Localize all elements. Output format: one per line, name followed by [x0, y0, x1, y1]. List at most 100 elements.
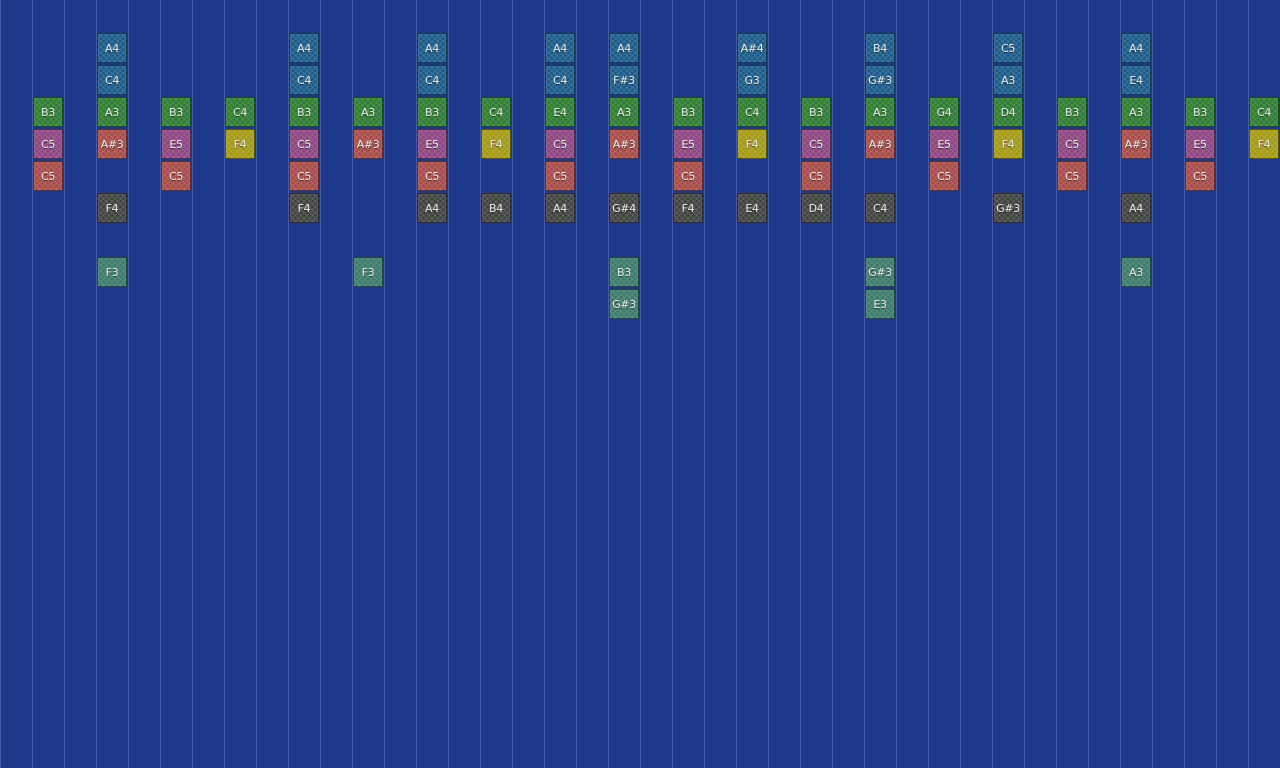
note-block[interactable]: A#3: [609, 129, 639, 159]
note-block[interactable]: E4: [545, 97, 575, 127]
note-block[interactable]: A3: [1121, 97, 1151, 127]
note-label: E4: [1129, 73, 1143, 87]
note-block[interactable]: B3: [417, 97, 447, 127]
note-label: E4: [745, 201, 759, 215]
note-block[interactable]: B3: [161, 97, 191, 127]
note-block[interactable]: B3: [673, 97, 703, 127]
note-label: C5: [1064, 137, 1080, 151]
note-label: C5: [40, 137, 56, 151]
note-block[interactable]: A3: [1121, 257, 1151, 287]
note-block[interactable]: F4: [481, 129, 511, 159]
note-block[interactable]: C5: [801, 161, 831, 191]
note-block[interactable]: D4: [993, 97, 1023, 127]
note-block[interactable]: C5: [673, 161, 703, 191]
note-block[interactable]: B3: [1185, 97, 1215, 127]
note-block[interactable]: C5: [417, 161, 447, 191]
note-block[interactable]: A3: [993, 65, 1023, 95]
note-block[interactable]: G#4: [609, 193, 639, 223]
note-block[interactable]: C4: [225, 97, 255, 127]
note-label: B4: [489, 201, 503, 215]
note-block[interactable]: G#3: [865, 65, 895, 95]
note-block[interactable]: C4: [97, 65, 127, 95]
note-block[interactable]: B3: [609, 257, 639, 287]
note-block[interactable]: A#3: [353, 129, 383, 159]
note-block[interactable]: B3: [801, 97, 831, 127]
note-block[interactable]: E4: [737, 193, 767, 223]
note-block[interactable]: E3: [865, 289, 895, 319]
note-block[interactable]: F4: [97, 193, 127, 223]
note-block[interactable]: A4: [545, 33, 575, 63]
note-block[interactable]: B4: [481, 193, 511, 223]
note-block[interactable]: C5: [1185, 161, 1215, 191]
note-block[interactable]: C4: [865, 193, 895, 223]
note-block[interactable]: A4: [609, 33, 639, 63]
note-label: C5: [296, 169, 312, 183]
note-block[interactable]: E5: [673, 129, 703, 159]
note-block[interactable]: E5: [161, 129, 191, 159]
note-block[interactable]: A4: [97, 33, 127, 63]
note-block[interactable]: A#3: [865, 129, 895, 159]
note-block[interactable]: F4: [673, 193, 703, 223]
note-block[interactable]: B3: [289, 97, 319, 127]
note-block[interactable]: B3: [33, 97, 63, 127]
note-block[interactable]: G#3: [865, 257, 895, 287]
note-block[interactable]: C5: [289, 161, 319, 191]
note-block[interactable]: F4: [737, 129, 767, 159]
note-block[interactable]: A3: [97, 97, 127, 127]
note-block[interactable]: C4: [417, 65, 447, 95]
note-block[interactable]: E5: [417, 129, 447, 159]
note-block[interactable]: B4: [865, 33, 895, 63]
note-block[interactable]: C5: [1057, 129, 1087, 159]
note-block[interactable]: C4: [481, 97, 511, 127]
note-block[interactable]: E5: [1185, 129, 1215, 159]
note-block[interactable]: A3: [353, 97, 383, 127]
note-block[interactable]: A#4: [737, 33, 767, 63]
note-block[interactable]: C4: [545, 65, 575, 95]
note-label: A4: [297, 41, 311, 55]
note-label: E5: [937, 137, 951, 151]
note-label: G#3: [868, 265, 892, 279]
note-block[interactable]: G#3: [993, 193, 1023, 223]
note-block[interactable]: C5: [33, 129, 63, 159]
note-block[interactable]: C5: [545, 161, 575, 191]
note-block[interactable]: C5: [929, 161, 959, 191]
note-block[interactable]: A4: [1121, 33, 1151, 63]
note-block[interactable]: G3: [737, 65, 767, 95]
note-block[interactable]: C5: [289, 129, 319, 159]
note-block[interactable]: E5: [929, 129, 959, 159]
note-block[interactable]: C5: [993, 33, 1023, 63]
note-block[interactable]: A#3: [97, 129, 127, 159]
note-block[interactable]: A4: [417, 33, 447, 63]
note-block[interactable]: F4: [1249, 129, 1279, 159]
note-block[interactable]: G#3: [609, 289, 639, 319]
note-label: C4: [1256, 105, 1272, 119]
note-label: B3: [425, 105, 439, 119]
note-block[interactable]: A4: [289, 33, 319, 63]
note-block[interactable]: C4: [289, 65, 319, 95]
note-block[interactable]: F3: [353, 257, 383, 287]
note-block[interactable]: C5: [801, 129, 831, 159]
note-label: E4: [553, 105, 567, 119]
note-block[interactable]: F4: [993, 129, 1023, 159]
note-block[interactable]: A#3: [1121, 129, 1151, 159]
note-block[interactable]: C5: [161, 161, 191, 191]
note-block[interactable]: C5: [1057, 161, 1087, 191]
note-block[interactable]: A3: [865, 97, 895, 127]
sequencer-grid[interactable]: B3 C5 C5 A4 C4 A3 A#3 F4 F3 B3 E5 C5 C4 F4 A4 C4 B3 C5 C5 F…: [0, 0, 1280, 768]
note-block[interactable]: D4: [801, 193, 831, 223]
note-block[interactable]: C5: [545, 129, 575, 159]
note-block[interactable]: A4: [417, 193, 447, 223]
note-block[interactable]: A3: [609, 97, 639, 127]
note-block[interactable]: E4: [1121, 65, 1151, 95]
note-block[interactable]: G4: [929, 97, 959, 127]
note-block[interactable]: C4: [737, 97, 767, 127]
note-block[interactable]: B3: [1057, 97, 1087, 127]
note-block[interactable]: F3: [97, 257, 127, 287]
note-block[interactable]: C5: [33, 161, 63, 191]
note-block[interactable]: F4: [289, 193, 319, 223]
note-block[interactable]: F#3: [609, 65, 639, 95]
note-block[interactable]: A4: [545, 193, 575, 223]
note-block[interactable]: F4: [225, 129, 255, 159]
note-block[interactable]: C4: [1249, 97, 1279, 127]
note-block[interactable]: A4: [1121, 193, 1151, 223]
